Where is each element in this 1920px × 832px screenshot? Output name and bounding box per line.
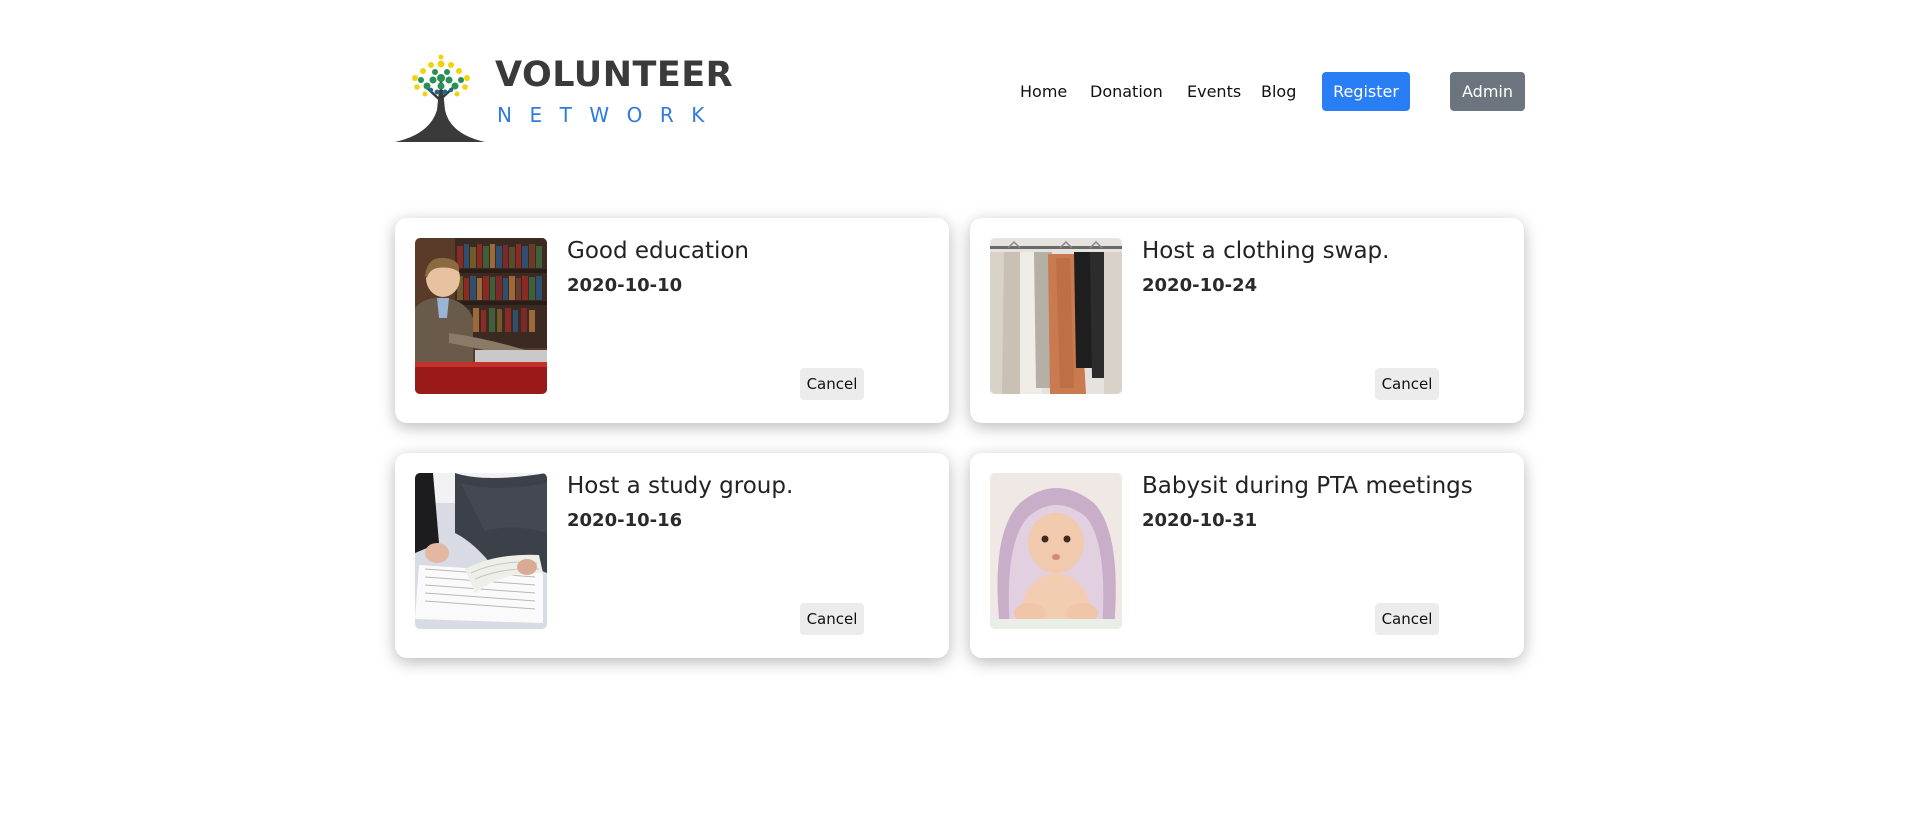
nav-link-blog[interactable]: Blog (1261, 82, 1296, 101)
nav-link-donation[interactable]: Donation (1090, 82, 1163, 101)
event-title: Good education (567, 238, 750, 264)
event-title: Host a study group. (567, 473, 794, 499)
nav-link-home[interactable]: Home (1020, 82, 1067, 101)
cancel-button[interactable]: Cancel (1375, 603, 1439, 635)
nav-link-events[interactable]: Events (1187, 82, 1241, 101)
event-card: Host a clothing swap. 2020-10-24 Cancel (970, 218, 1524, 423)
brand-subtitle: NETWORK (497, 103, 722, 127)
cancel-button[interactable]: Cancel (800, 603, 864, 635)
brand-logo[interactable]: VOLUNTEER NETWORK (395, 50, 733, 145)
brand-title: VOLUNTEER (495, 55, 734, 95)
page: VOLUNTEER NETWORK Home Donation Events B… (0, 0, 1920, 832)
boy-reading-in-library-photo (415, 238, 547, 394)
cancel-button[interactable]: Cancel (1375, 368, 1439, 400)
tree-logo-icon (395, 54, 485, 142)
clothes-on-rack-photo (990, 238, 1122, 394)
event-date: 2020-10-10 (567, 275, 683, 296)
event-date: 2020-10-16 (567, 510, 683, 531)
admin-button[interactable]: Admin (1450, 72, 1525, 111)
event-card: Host a study group. 2020-10-16 Cancel (395, 453, 949, 658)
event-date: 2020-10-31 (1142, 510, 1258, 531)
open-book-on-desk-photo (415, 473, 547, 629)
event-card: Babysit during PTA meetings 2020-10-31 C… (970, 453, 1524, 658)
baby-under-blanket-photo (990, 473, 1122, 629)
event-card: Good education 2020-10-10 Cancel (395, 218, 949, 423)
event-title: Babysit during PTA meetings (1142, 473, 1473, 499)
register-button[interactable]: Register (1322, 72, 1410, 111)
event-title: Host a clothing swap. (1142, 238, 1390, 264)
event-date: 2020-10-24 (1142, 275, 1258, 296)
cancel-button[interactable]: Cancel (800, 368, 864, 400)
